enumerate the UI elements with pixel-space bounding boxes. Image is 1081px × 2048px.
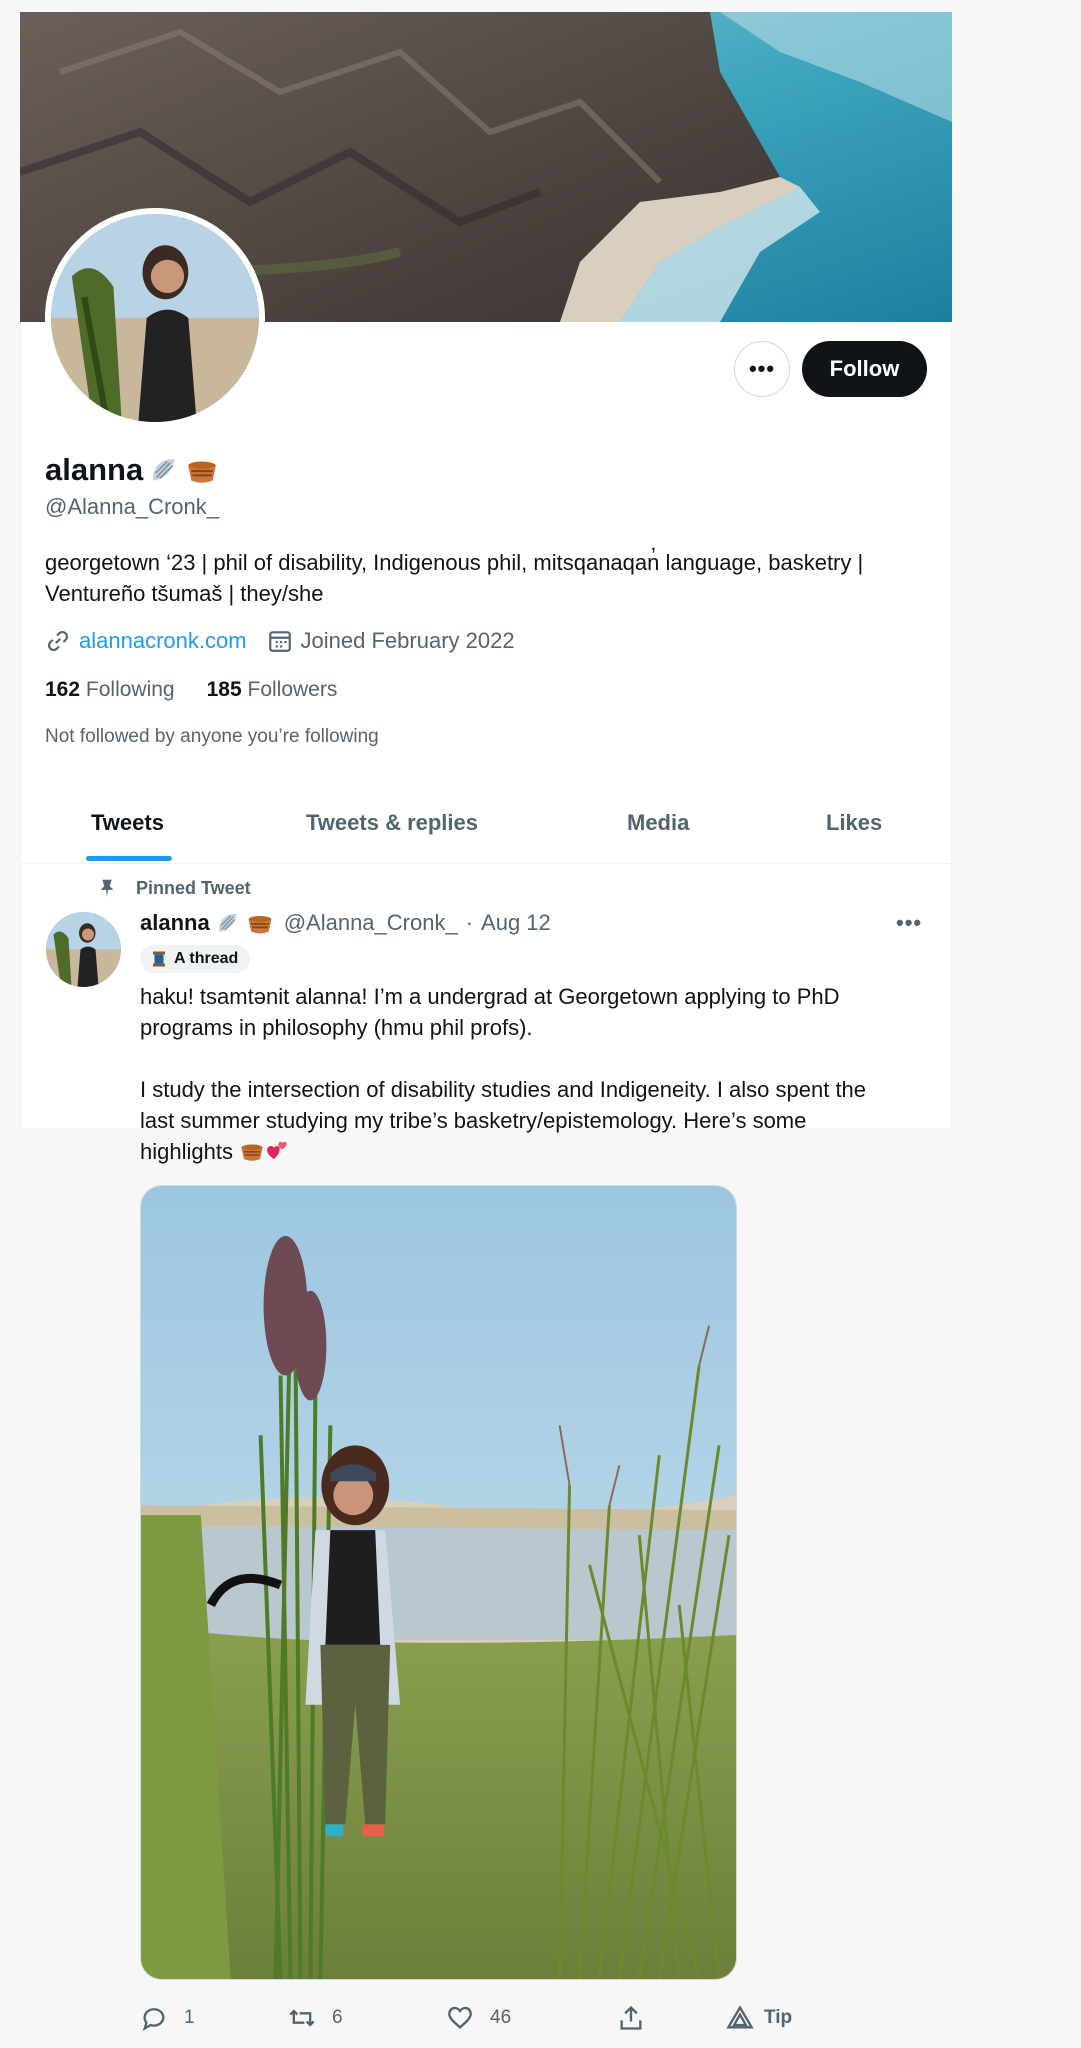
tweet-author-handle[interactable]: @Alanna_Cronk_	[284, 910, 458, 936]
thread-badge[interactable]: A thread	[140, 945, 251, 973]
pinned-label-row: Pinned Tweet	[96, 877, 251, 899]
basket-emoji	[239, 1138, 265, 1164]
reply-icon	[140, 2004, 168, 2032]
share-action[interactable]	[617, 2002, 645, 2034]
pinned-label: Pinned Tweet	[136, 877, 251, 898]
tweet-media-photo[interactable]	[140, 1185, 737, 1980]
reply-count: 1	[184, 2007, 195, 2028]
retweet-icon	[288, 2004, 316, 2032]
tweet-line: haku! tsamtənit alanna! I’m a undergrad …	[140, 984, 840, 1009]
tweet-line: programs in philosophy (hmu phil profs).	[140, 1015, 533, 1040]
following-count[interactable]: 162 Following	[45, 678, 175, 702]
shell-emoji	[214, 909, 242, 937]
link-icon	[45, 628, 71, 654]
joined-date: Joined February 2022	[300, 628, 515, 653]
bio-line: Ventureño tšumaš | they/she	[45, 581, 324, 606]
tweet-author-avatar[interactable]	[46, 912, 121, 987]
tab-tweets[interactable]: Tweets	[91, 810, 164, 836]
profile-handle: @Alanna_Cronk_	[45, 494, 219, 519]
more-options-button[interactable]: •••	[734, 341, 790, 397]
profile-meta: alannacronk.com Joined February 2022	[45, 628, 515, 654]
website-link[interactable]: alannacronk.com	[79, 628, 247, 654]
not-followed-notice: Not followed by anyone you’re following	[45, 726, 379, 747]
profile-tabs: Tweets Tweets & replies Media Likes	[20, 776, 952, 864]
share-icon	[617, 2004, 645, 2032]
tweet-author-name[interactable]: alanna	[140, 910, 210, 936]
pin-icon	[96, 877, 118, 899]
profile-avatar[interactable]	[45, 208, 265, 428]
followers-count[interactable]: 185 Followers	[207, 678, 338, 702]
basket-emoji	[246, 909, 274, 937]
tab-media[interactable]: Media	[627, 810, 689, 836]
calendar-icon	[267, 628, 293, 654]
follow-counts: 162 Following 185 Followers	[45, 678, 337, 702]
like-count: 46	[490, 2007, 512, 2028]
retweet-count: 6	[332, 2007, 343, 2028]
tweet-line: last summer studying my tribe’s basketry…	[140, 1108, 807, 1133]
retweet-action[interactable]: 6	[288, 2002, 343, 2034]
tweet-date[interactable]: Aug 12	[481, 910, 551, 936]
heart-icon	[446, 2004, 474, 2032]
profile-name-row: alanna	[45, 452, 219, 488]
tip-label: Tip	[764, 2007, 793, 2028]
tab-tweets-replies[interactable]: Tweets & replies	[306, 810, 478, 836]
basket-emoji	[185, 453, 219, 487]
thread-label: A thread	[174, 950, 239, 967]
like-action[interactable]: 46	[446, 2002, 511, 2034]
profile-display-name: alanna	[45, 452, 144, 487]
bio-line: georgetown ‘23 | phil of disability, Ind…	[45, 550, 864, 575]
thread-spool-emoji	[150, 950, 168, 968]
tweet-actions: 1 6 46 Tip	[140, 2002, 940, 2034]
active-tab-indicator	[86, 856, 172, 861]
profile-bio: georgetown ‘23 | phil of disability, Ind…	[45, 547, 945, 609]
two-hearts-emoji	[265, 1138, 291, 1164]
tweet-line-last: highlights	[140, 1136, 940, 1167]
tab-likes[interactable]: Likes	[826, 810, 882, 836]
tweet-line: highlights	[140, 1139, 233, 1164]
shell-emoji	[147, 453, 181, 487]
tweet-line: I study the intersection of disability s…	[140, 1077, 867, 1102]
tweet-more-button[interactable]: •••	[896, 910, 922, 936]
tweet-header: alanna @Alanna_Cronk_ · Aug 12	[140, 909, 551, 937]
reply-action[interactable]: 1	[140, 2002, 195, 2034]
tweet-separator: ·	[465, 910, 474, 935]
follow-button[interactable]: Follow	[802, 341, 927, 397]
tip-action[interactable]: Tip	[726, 2002, 792, 2034]
tweet-text: haku! tsamtənit alanna! I’m a undergrad …	[140, 981, 940, 1167]
tip-icon	[726, 2004, 754, 2032]
